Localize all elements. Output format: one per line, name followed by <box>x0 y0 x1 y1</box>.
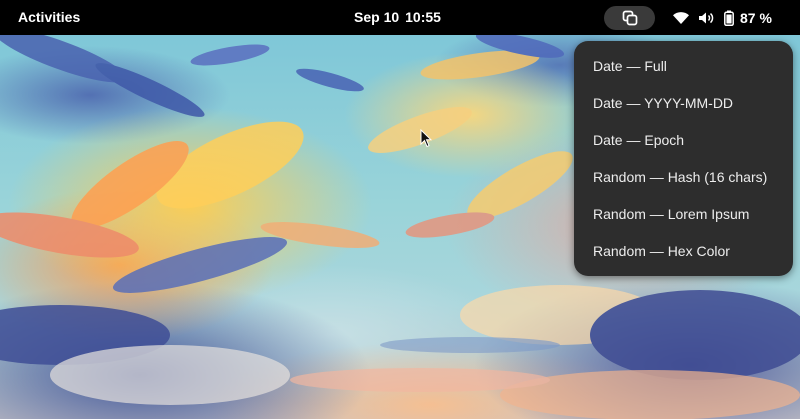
wifi-icon <box>672 11 690 25</box>
clock-button[interactable]: Sep 10 10:55 <box>354 0 441 35</box>
menu-item-date-epoch[interactable]: Date — Epoch <box>574 122 793 159</box>
extension-indicator-button[interactable] <box>604 6 655 30</box>
menu-item-random-hex-color[interactable]: Random — Hex Color <box>574 233 793 270</box>
activities-button[interactable]: Activities <box>18 0 80 35</box>
clock-date: Sep 10 <box>354 9 400 25</box>
battery-percentage: 87 % <box>740 9 772 26</box>
extension-popup-menu: Date — Full Date — YYYY-MM-DD Date — Epo… <box>574 41 793 276</box>
menu-item-date-iso[interactable]: Date — YYYY-MM-DD <box>574 85 793 122</box>
menu-item-random-hash[interactable]: Random — Hash (16 chars) <box>574 159 793 196</box>
system-status-area[interactable]: 87 % <box>672 0 772 35</box>
mouse-pointer-icon <box>420 128 433 148</box>
copy-icon <box>622 10 638 26</box>
battery-icon <box>724 10 734 26</box>
volume-icon <box>698 11 716 25</box>
top-bar: Activities Sep 10 10:55 87 % <box>0 0 800 35</box>
menu-item-random-lorem[interactable]: Random — Lorem Ipsum <box>574 196 793 233</box>
menu-item-date-full[interactable]: Date — Full <box>574 48 793 85</box>
clock-time: 10:55 <box>405 9 441 25</box>
